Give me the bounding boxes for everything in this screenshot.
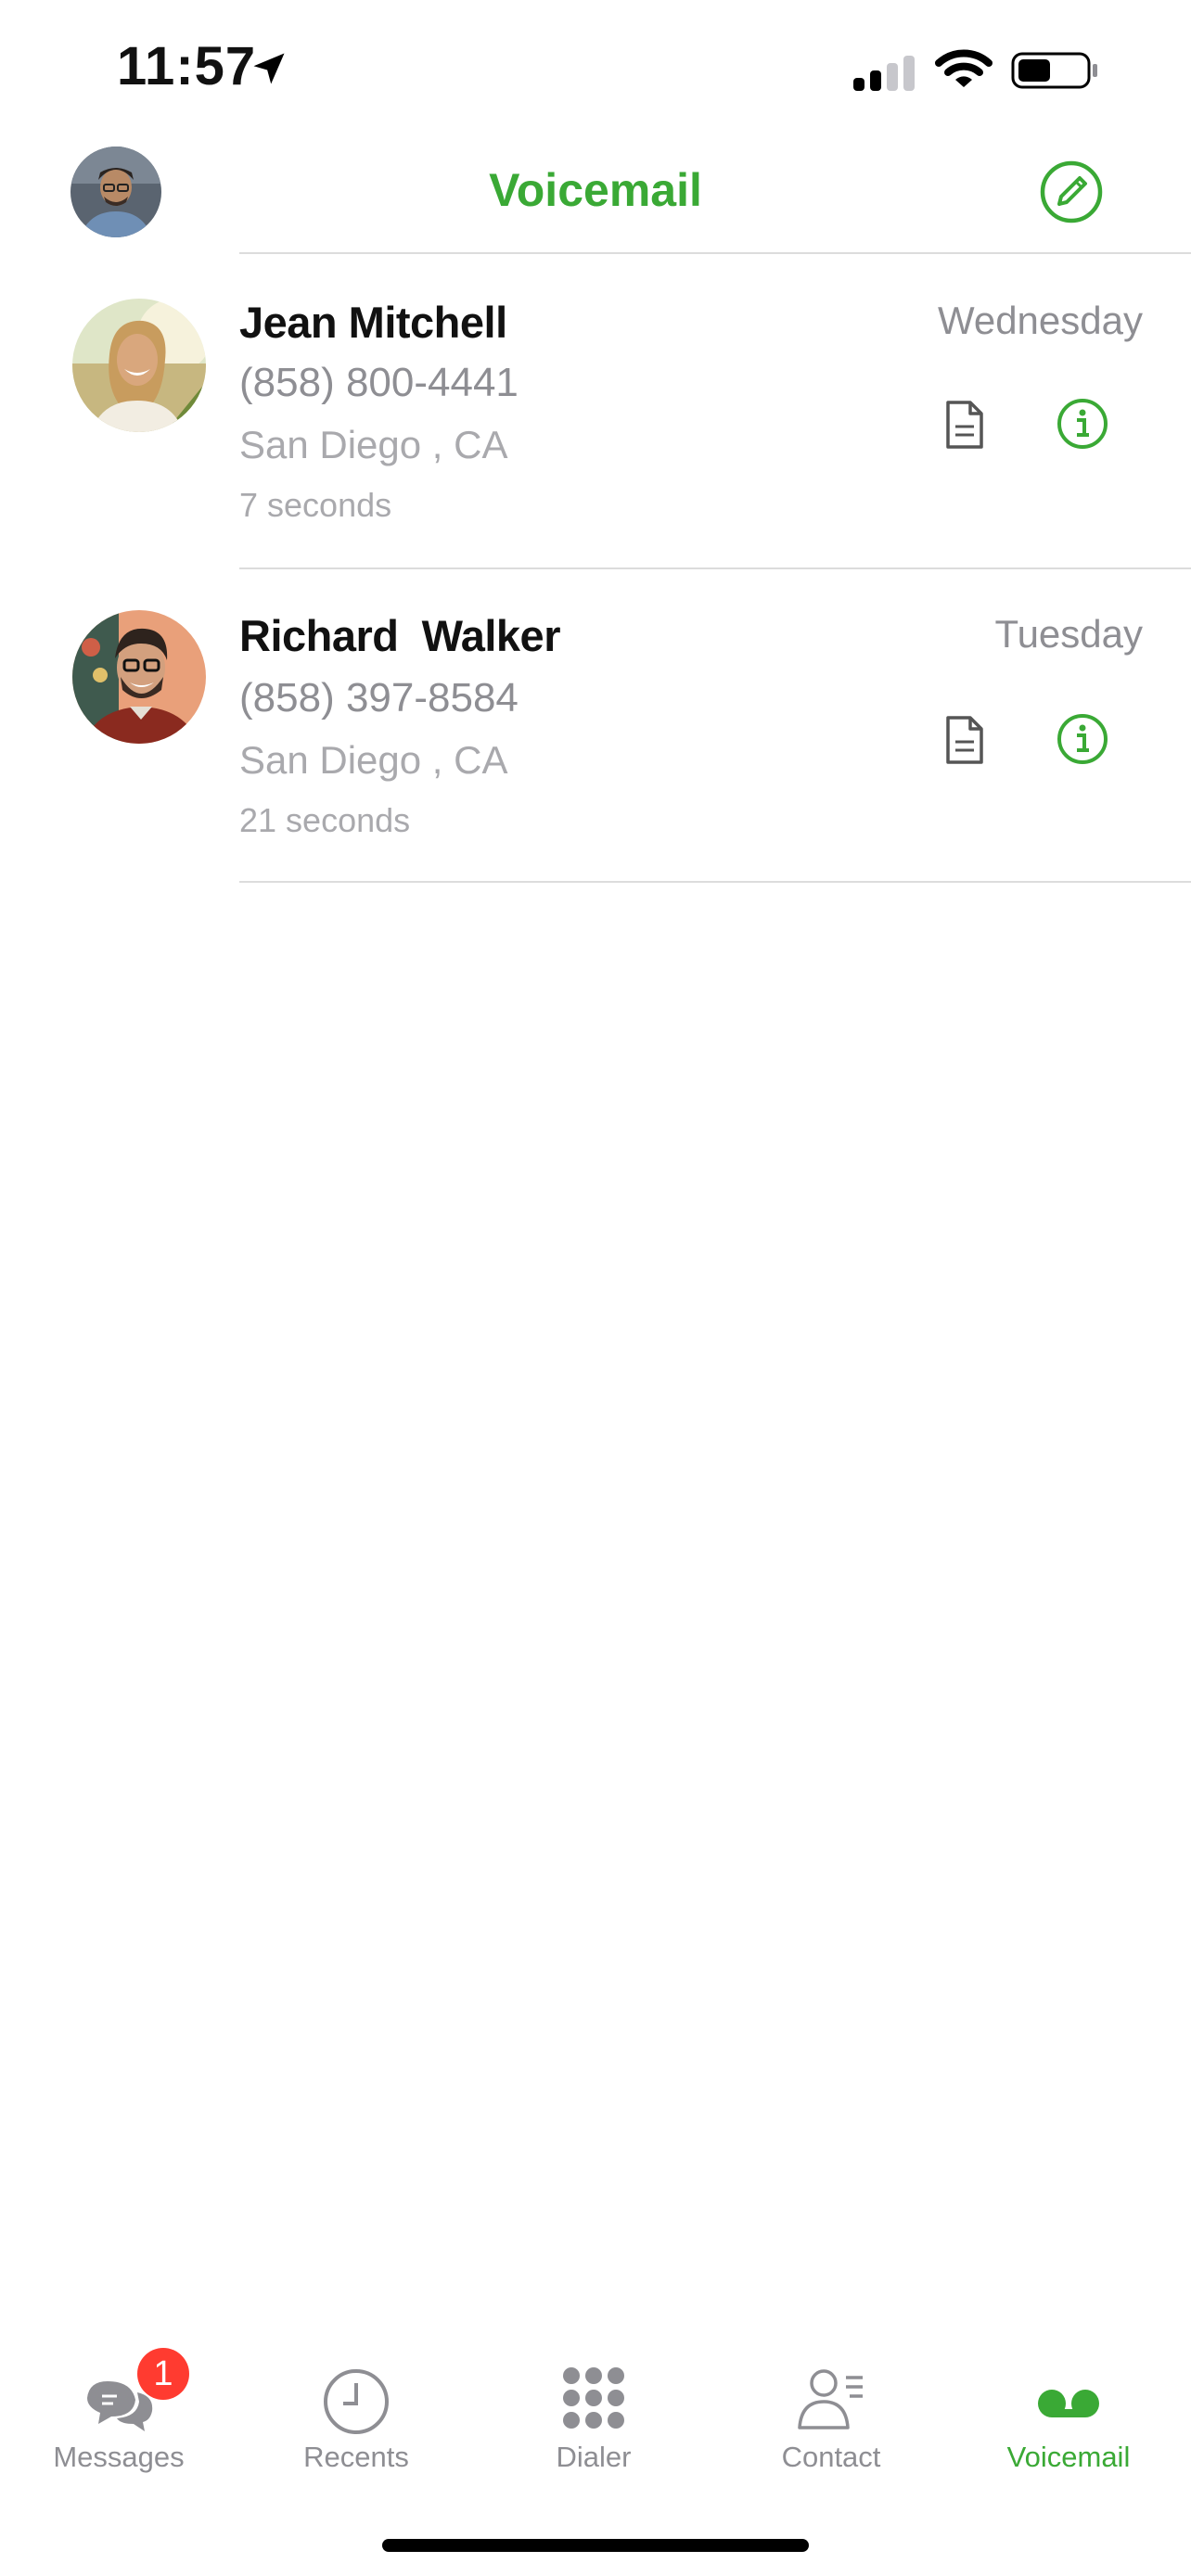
voicemail-duration: 21 seconds bbox=[239, 801, 411, 839]
status-time: 11:57 bbox=[117, 36, 257, 96]
tab-label: Contact bbox=[781, 2441, 881, 2473]
tab-messages[interactable]: Messages bbox=[17, 2337, 221, 2485]
contact-name: Richard Walker bbox=[239, 611, 561, 660]
phone-number: (858) 800-4441 bbox=[239, 360, 519, 405]
tab-label: Dialer bbox=[556, 2441, 632, 2473]
voicemail-row[interactable]: Jean Mitchell (858) 800-4441 San Diego ,… bbox=[0, 254, 1191, 567]
contact-name: Jean Mitchell bbox=[239, 298, 507, 347]
clock-icon bbox=[324, 2369, 389, 2434]
tab-label: Recents bbox=[303, 2441, 409, 2473]
tab-label: Voicemail bbox=[1006, 2441, 1131, 2473]
contact-icon bbox=[798, 2369, 863, 2429]
transcript-icon[interactable] bbox=[942, 714, 987, 766]
tab-recents[interactable]: Recents bbox=[254, 2337, 458, 2485]
page-title: Voicemail bbox=[489, 164, 702, 216]
row-divider bbox=[239, 881, 1191, 883]
contact-avatar bbox=[72, 299, 206, 432]
cellular-signal-icon bbox=[853, 56, 915, 91]
phone-number: (858) 397-8584 bbox=[239, 675, 519, 721]
location-arrow-icon bbox=[253, 53, 285, 84]
voicemail-date: Wednesday bbox=[937, 299, 1143, 342]
battery-icon bbox=[1011, 52, 1097, 89]
tab-label: Messages bbox=[53, 2441, 185, 2473]
voicemail-row[interactable]: Richard Walker (858) 397-8584 San Diego … bbox=[0, 569, 1191, 883]
caller-location: San Diego , CA bbox=[239, 738, 508, 782]
voicemail-date: Tuesday bbox=[994, 612, 1143, 656]
caller-location: San Diego , CA bbox=[239, 423, 508, 466]
tab-contact[interactable]: Contact bbox=[729, 2337, 933, 2485]
tab-dialer[interactable]: Dialer bbox=[492, 2337, 696, 2485]
contact-photo bbox=[72, 299, 206, 432]
home-indicator bbox=[382, 2539, 809, 2552]
transcript-icon[interactable] bbox=[942, 399, 987, 451]
voicemail-duration: 7 seconds bbox=[239, 486, 392, 524]
info-icon[interactable] bbox=[1056, 397, 1109, 451]
tab-voicemail[interactable]: Voicemail bbox=[967, 2337, 1171, 2485]
contact-photo bbox=[72, 610, 206, 744]
unread-badge: 1 bbox=[137, 2348, 189, 2400]
keypad-icon bbox=[563, 2367, 624, 2429]
voicemail-icon bbox=[1038, 2390, 1099, 2417]
compose-icon[interactable] bbox=[1039, 159, 1104, 224]
info-icon[interactable] bbox=[1056, 712, 1109, 766]
wifi-icon bbox=[935, 49, 992, 87]
status-bar: 11:57 bbox=[0, 0, 1191, 139]
contact-avatar bbox=[72, 610, 206, 744]
